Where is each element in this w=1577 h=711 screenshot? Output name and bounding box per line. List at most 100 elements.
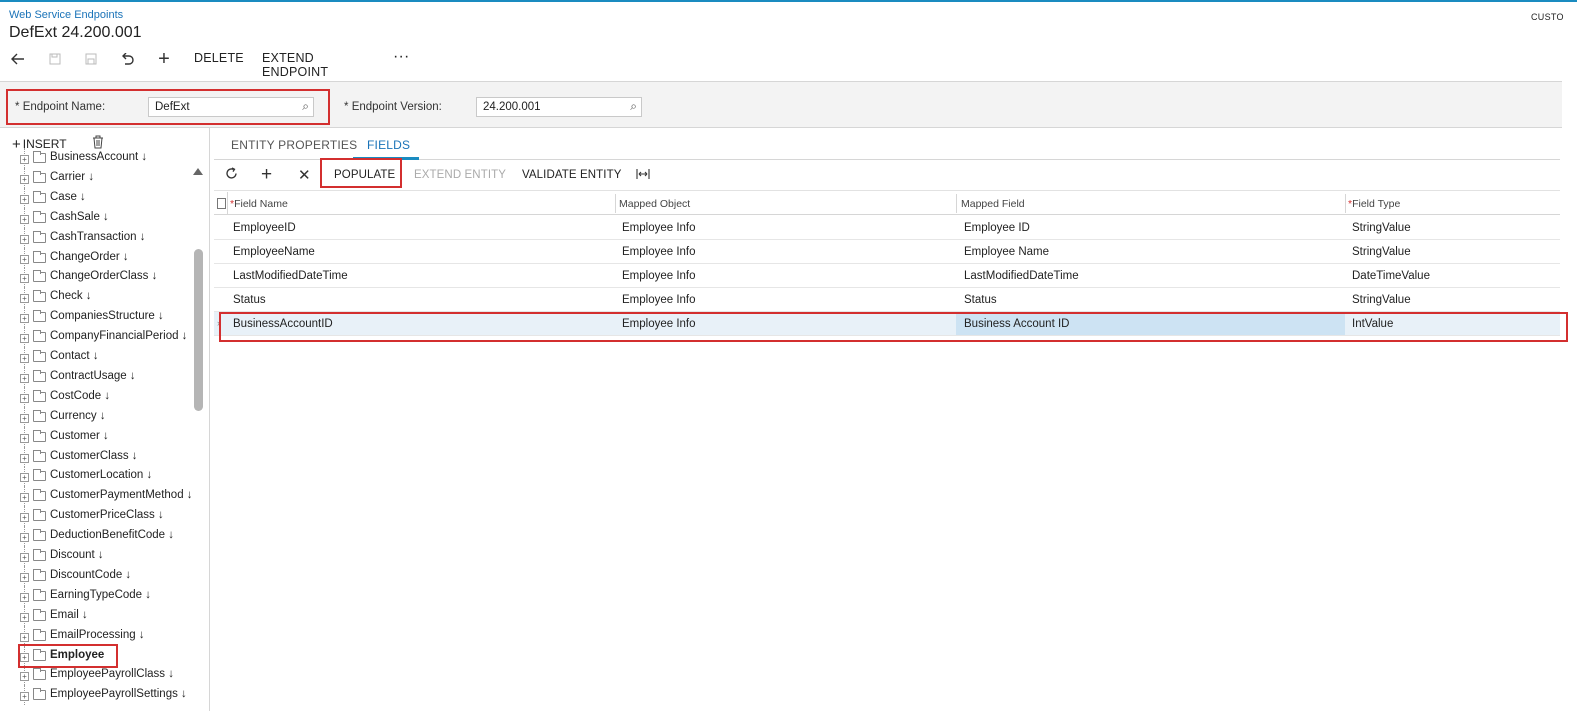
expand-node-icon[interactable]: + [20, 632, 29, 642]
expand-node-icon[interactable]: + [20, 373, 29, 383]
expand-node-icon[interactable]: + [20, 334, 29, 344]
tree-item[interactable]: + Case ↓ [0, 187, 190, 208]
save-icon[interactable] [80, 48, 102, 70]
tree-item[interactable]: + CostCode ↓ [0, 386, 190, 407]
column-field-type[interactable]: *Field Type [1348, 198, 1400, 210]
trash-icon[interactable] [92, 135, 104, 149]
field-name-cell[interactable]: EmployeeName [233, 246, 315, 258]
breadcrumb[interactable]: Web Service Endpoints [9, 9, 123, 21]
field-name-cell[interactable]: Status [233, 294, 266, 306]
tree-item[interactable]: + CompanyFinancialPeriod ↓ [0, 327, 190, 348]
expand-node-icon[interactable]: + [20, 692, 29, 702]
customization-menu-label[interactable]: CUSTO [1531, 12, 1564, 22]
expand-node-icon[interactable]: + [20, 314, 29, 324]
column-separator[interactable] [615, 194, 616, 213]
tree-item[interactable]: + DiscountCode ↓ [0, 565, 190, 586]
tree-item[interactable]: + CustomerLocation ↓ [0, 466, 190, 487]
tree-item[interactable]: + CustomerPaymentMethod ↓ [0, 486, 193, 507]
column-separator[interactable] [1345, 194, 1346, 213]
mapped-field-cell[interactable]: LastModifiedDateTime [964, 270, 1079, 282]
expand-node-icon[interactable]: + [20, 413, 29, 423]
tree-item[interactable]: + EmployeePayrollClass ↓ [0, 665, 190, 686]
add-row-icon[interactable]: + [261, 164, 272, 186]
table-row[interactable]: EmployeeID Employee Info Employee ID Str… [214, 216, 1560, 240]
expand-node-icon[interactable]: + [20, 194, 29, 204]
mapped-object-cell[interactable]: Employee Info [622, 222, 696, 234]
tree-item[interactable]: + Discount ↓ [0, 546, 190, 566]
column-mapped-field[interactable]: Mapped Field [961, 198, 1025, 210]
expand-node-icon[interactable]: + [20, 155, 29, 164]
refresh-icon[interactable] [225, 167, 238, 184]
expand-node-icon[interactable]: + [20, 453, 29, 463]
tree-item[interactable]: + Employee [0, 645, 190, 666]
tree-item[interactable]: + BusinessAccount ↓ [0, 148, 190, 168]
tree-item[interactable]: + EmailProcessing ↓ [0, 625, 190, 646]
search-icon[interactable]: ⌕ [630, 99, 637, 114]
tree-item[interactable]: + ChangeOrderClass ↓ [0, 267, 190, 288]
expand-node-icon[interactable]: + [20, 214, 29, 224]
tree-scrollbar-thumb[interactable] [194, 249, 203, 411]
mapped-object-cell[interactable]: Employee Info [622, 318, 696, 330]
table-row[interactable]: LastModifiedDateTime Employee Info LastM… [214, 264, 1560, 288]
save-and-close-icon[interactable] [44, 48, 66, 70]
tree-item[interactable]: + Customer ↓ [0, 426, 190, 447]
expand-node-icon[interactable]: + [20, 672, 29, 682]
field-name-cell[interactable]: BusinessAccountID [233, 318, 333, 330]
field-type-cell[interactable]: StringValue [1352, 246, 1411, 258]
column-mapped-object[interactable]: Mapped Object [619, 198, 690, 210]
column-settings-icon[interactable] [214, 192, 228, 215]
tree-item[interactable]: + CashTransaction ↓ [0, 227, 190, 248]
expand-node-icon[interactable]: + [20, 612, 29, 622]
tree-item[interactable]: + Check ↓ [0, 287, 190, 308]
tree-item[interactable]: + Currency ↓ [0, 406, 190, 427]
tab-entity-properties[interactable]: ENTITY PROPERTIES [231, 138, 357, 152]
delete-button[interactable]: DELETE [194, 51, 244, 65]
expand-node-icon[interactable]: + [20, 652, 29, 662]
expand-node-icon[interactable]: + [20, 433, 29, 443]
tree-item[interactable]: + Contact ↓ [0, 347, 190, 367]
expand-node-icon[interactable]: + [20, 354, 29, 363]
mapped-field-cell[interactable]: Status [964, 294, 997, 306]
tree-item[interactable]: + Carrier ↓ [0, 167, 190, 188]
expand-node-icon[interactable]: + [20, 553, 29, 562]
expand-node-icon[interactable]: + [20, 174, 29, 184]
tree-item[interactable]: + CompaniesStructure ↓ [0, 307, 190, 328]
field-type-cell[interactable]: IntValue [1352, 318, 1393, 330]
field-type-cell[interactable]: StringValue [1352, 294, 1411, 306]
validate-entity-button[interactable]: VALIDATE ENTITY [522, 169, 621, 181]
tree-item[interactable]: + CashSale ↓ [0, 207, 190, 228]
search-icon[interactable]: ⌕ [302, 99, 309, 114]
expand-node-icon[interactable]: + [20, 592, 29, 602]
expand-node-icon[interactable]: + [20, 473, 29, 483]
extend-endpoint-button[interactable]: EXTEND ENDPOINT [262, 51, 328, 79]
column-field-name[interactable]: *Field Name [230, 198, 288, 210]
expand-node-icon[interactable]: + [20, 572, 29, 582]
table-row[interactable]: Status Employee Info Status StringValue [214, 288, 1560, 312]
expand-node-icon[interactable]: + [20, 274, 29, 284]
expand-node-icon[interactable]: + [20, 513, 29, 523]
fit-columns-icon[interactable] [636, 167, 650, 184]
expand-node-icon[interactable]: + [20, 533, 29, 543]
expand-node-icon[interactable]: + [20, 234, 29, 244]
extend-entity-button[interactable]: EXTEND ENTITY [414, 169, 506, 181]
delete-row-icon[interactable]: ✕ [298, 166, 311, 184]
field-type-cell[interactable]: DateTimeValue [1352, 270, 1430, 282]
table-row[interactable]: EmployeeName Employee Info Employee Name… [214, 240, 1560, 264]
tree-item[interactable]: + CustomerPriceClass ↓ [0, 506, 190, 527]
mapped-object-cell[interactable]: Employee Info [622, 246, 696, 258]
mapped-object-cell[interactable]: Employee Info [622, 270, 696, 282]
tree-item[interactable]: + ContractUsage ↓ [0, 366, 190, 387]
add-icon[interactable]: + [153, 48, 175, 70]
populate-button[interactable]: POPULATE [334, 169, 395, 181]
field-name-cell[interactable]: LastModifiedDateTime [233, 270, 348, 282]
field-name-cell[interactable]: EmployeeID [233, 222, 296, 234]
endpoint-version-field[interactable]: 24.200.001 ⌕ [476, 97, 642, 117]
expand-node-icon[interactable]: + [20, 254, 29, 264]
more-actions-button[interactable]: ··· [393, 48, 410, 66]
table-row-selected[interactable]: › BusinessAccountID Employee Info Busine… [214, 312, 1560, 336]
undo-icon[interactable] [116, 48, 138, 70]
mapped-field-cell[interactable]: Business Account ID [964, 318, 1069, 330]
mapped-field-cell[interactable]: Employee ID [964, 222, 1030, 234]
expand-node-icon[interactable]: + [20, 294, 29, 304]
expand-node-icon[interactable]: + [20, 393, 29, 403]
